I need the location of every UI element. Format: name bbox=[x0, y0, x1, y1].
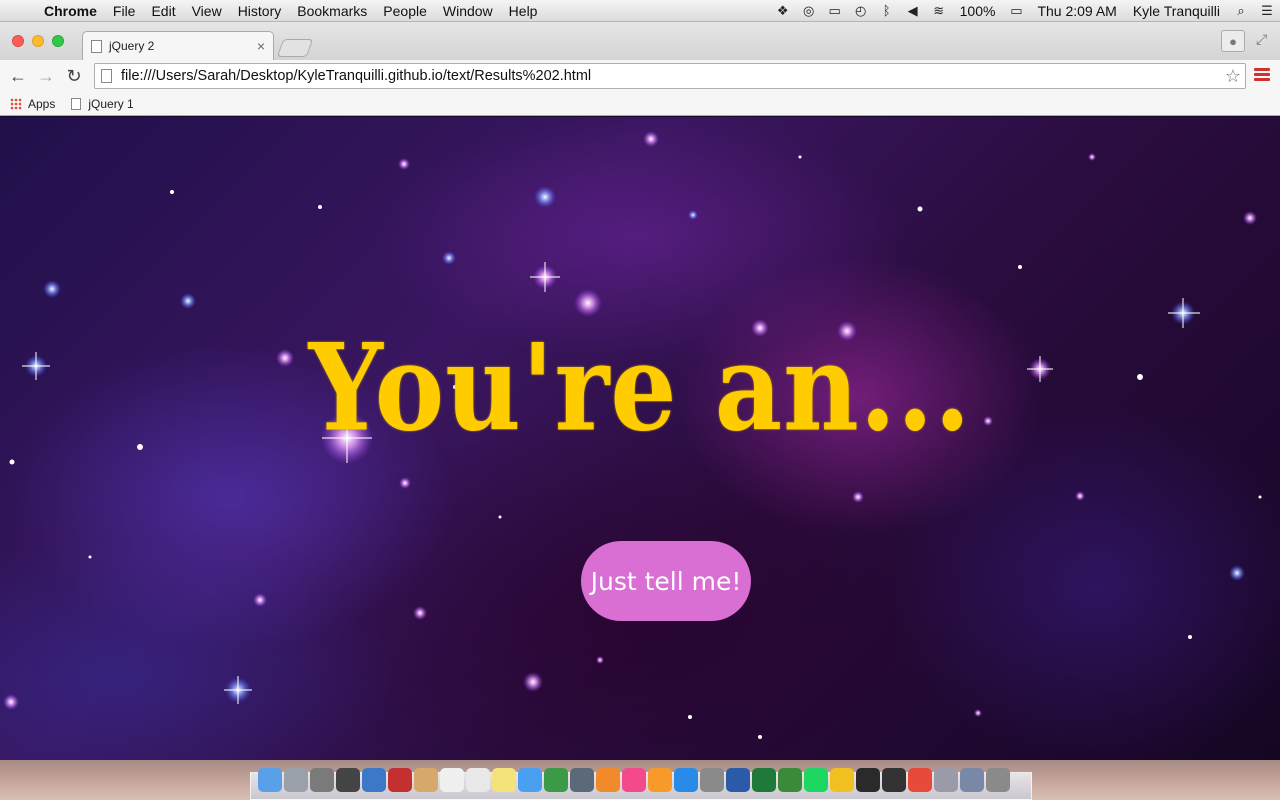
result-headline: You're an... bbox=[308, 316, 972, 459]
notification-center-icon[interactable]: ☰ bbox=[1254, 0, 1280, 22]
pages-icon[interactable] bbox=[596, 768, 620, 792]
itunes-icon[interactable] bbox=[622, 768, 646, 792]
dropbox-icon[interactable]: ❖ bbox=[770, 0, 796, 22]
bookmark-apps[interactable]: Apps bbox=[0, 97, 63, 111]
menu-edit[interactable]: Edit bbox=[143, 0, 183, 22]
profile-icon[interactable]: ● bbox=[1221, 30, 1245, 52]
menu-help[interactable]: Help bbox=[501, 0, 546, 22]
menu-bar: Chrome File Edit View History Bookmarks … bbox=[0, 0, 1280, 22]
outlook-icon[interactable] bbox=[830, 768, 854, 792]
bookmark-apps-label: Apps bbox=[28, 96, 56, 111]
excel-icon[interactable] bbox=[752, 768, 776, 792]
reload-icon[interactable]: ↻ bbox=[60, 66, 88, 87]
url-text[interactable]: file:///Users/Sarah/Desktop/KyleTranquil… bbox=[121, 68, 1225, 84]
bookmark-star-icon[interactable]: ☆ bbox=[1225, 66, 1245, 87]
volume-icon[interactable]: ◀ bbox=[900, 0, 926, 22]
ibooks-icon[interactable] bbox=[648, 768, 672, 792]
just-tell-me-button[interactable]: Just tell me! bbox=[581, 541, 751, 621]
forward-arrow-icon[interactable]: → bbox=[32, 66, 60, 87]
tab-strip: jQuery 2 × ● ⤢ bbox=[0, 22, 1280, 60]
menu-app-name[interactable]: Chrome bbox=[36, 0, 105, 22]
apps-grid-icon bbox=[10, 97, 22, 110]
dictionary-icon[interactable] bbox=[778, 768, 802, 792]
window-close-button[interactable] bbox=[12, 35, 24, 47]
new-tab-button[interactable] bbox=[276, 39, 314, 57]
tab-close-icon[interactable]: × bbox=[257, 38, 265, 54]
creative-cloud-icon[interactable]: ◎ bbox=[796, 0, 822, 22]
app-store-icon[interactable] bbox=[674, 768, 698, 792]
calendar-icon[interactable] bbox=[440, 768, 464, 792]
spotify-icon[interactable] bbox=[804, 768, 828, 792]
folder-icon[interactable] bbox=[414, 768, 438, 792]
help-icon[interactable] bbox=[310, 768, 334, 792]
menu-history[interactable]: History bbox=[230, 0, 290, 22]
bookmarks-bar: Apps jQuery 1 bbox=[0, 92, 1280, 116]
page-icon bbox=[101, 69, 112, 83]
downloads-icon[interactable] bbox=[960, 768, 984, 792]
bookmark-label: jQuery 1 bbox=[88, 96, 134, 111]
documents-icon[interactable] bbox=[934, 768, 958, 792]
photo-icon[interactable] bbox=[388, 768, 412, 792]
menu-file[interactable]: File bbox=[105, 0, 144, 22]
address-bar[interactable]: file:///Users/Sarah/Desktop/KyleTranquil… bbox=[94, 63, 1246, 89]
chrome-icon[interactable] bbox=[908, 768, 932, 792]
menu-bookmarks[interactable]: Bookmarks bbox=[289, 0, 375, 22]
page-icon bbox=[91, 39, 102, 53]
facetime-icon[interactable] bbox=[544, 768, 568, 792]
browser-toolbar: ← → ↻ file:///Users/Sarah/Desktop/KyleTr… bbox=[0, 60, 1280, 92]
finder-icon[interactable] bbox=[258, 768, 282, 792]
page-content: You're an... Just tell me! bbox=[0, 117, 1280, 760]
stickies-icon[interactable] bbox=[492, 768, 516, 792]
tab-title: jQuery 2 bbox=[109, 39, 155, 53]
trash-icon[interactable] bbox=[986, 768, 1010, 792]
preview-icon[interactable] bbox=[362, 768, 386, 792]
chrome-menu-icon[interactable] bbox=[1254, 66, 1270, 83]
user-name[interactable]: Kyle Tranquilli bbox=[1125, 3, 1228, 19]
airplay-icon[interactable]: ▭ bbox=[822, 0, 848, 22]
image-capture-icon[interactable] bbox=[570, 768, 594, 792]
notes-icon[interactable] bbox=[466, 768, 490, 792]
menu-window[interactable]: Window bbox=[435, 0, 501, 22]
bluetooth-icon[interactable]: ᛒ bbox=[874, 0, 900, 22]
messages-icon[interactable] bbox=[518, 768, 542, 792]
clock[interactable]: Thu 2:09 AM bbox=[1029, 3, 1124, 19]
system-preferences-icon[interactable] bbox=[700, 768, 724, 792]
tab-active[interactable]: jQuery 2 × bbox=[82, 31, 274, 60]
window-maximize-button[interactable] bbox=[52, 35, 64, 47]
menu-people[interactable]: People bbox=[375, 0, 435, 22]
page-icon bbox=[71, 97, 82, 110]
menu-view[interactable]: View bbox=[184, 0, 230, 22]
launchpad-icon[interactable] bbox=[284, 768, 308, 792]
dock bbox=[258, 768, 1010, 792]
bookmark-jquery-1[interactable]: jQuery 1 bbox=[63, 97, 141, 111]
time-machine-icon[interactable]: ◴ bbox=[848, 0, 874, 22]
battery-percentage[interactable]: 100% bbox=[952, 3, 1004, 19]
terminal-icon[interactable] bbox=[856, 768, 880, 792]
wifi-icon[interactable]: ≋ bbox=[926, 0, 952, 22]
fullscreen-icon[interactable]: ⤢ bbox=[1256, 31, 1267, 48]
back-arrow-icon[interactable]: ← bbox=[4, 66, 32, 87]
window-minimize-button[interactable] bbox=[32, 35, 44, 47]
word-icon[interactable] bbox=[726, 768, 750, 792]
battery-icon[interactable]: ▭ bbox=[1003, 0, 1029, 22]
spotlight-search-icon[interactable]: ⌕ bbox=[1228, 0, 1254, 22]
github-icon[interactable] bbox=[882, 768, 906, 792]
photo-booth-icon[interactable] bbox=[336, 768, 360, 792]
